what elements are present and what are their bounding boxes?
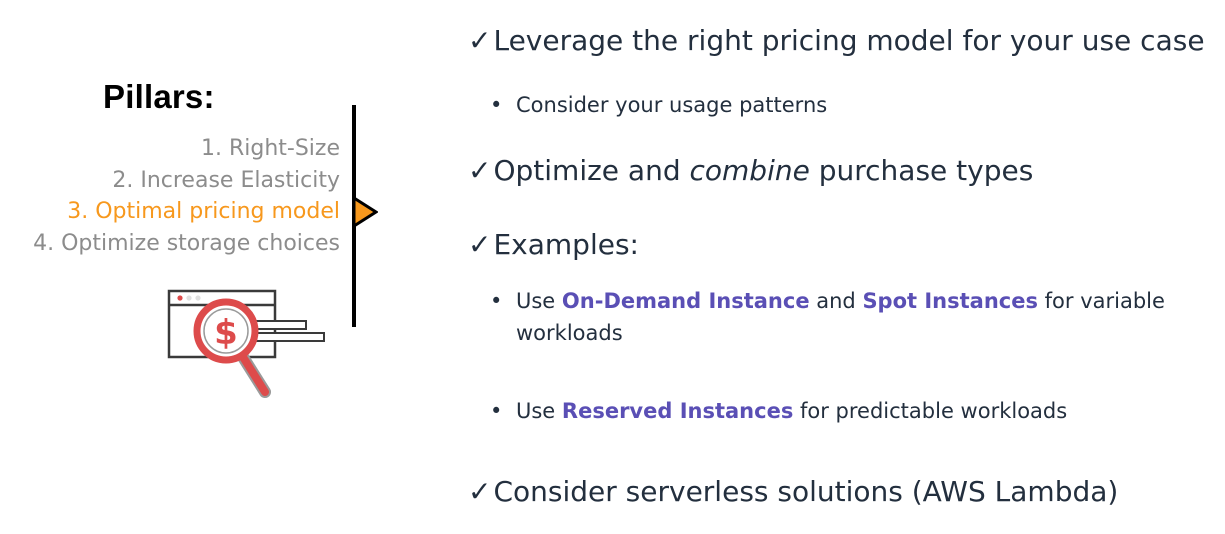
pillar-list: 1. Right-Size 2. Increase Elasticity 3. …	[33, 133, 340, 259]
checkmark-icon: ✓	[468, 228, 492, 261]
pillars-panel: Pillars: 1. Right-Size 2. Increase Elast…	[0, 0, 378, 534]
pillar-item-optimal-pricing-model: 3. Optimal pricing model	[67, 199, 340, 224]
active-pillar-pointer-icon	[352, 196, 378, 228]
content-panel: ✓Leverage the right pricing model for yo…	[468, 0, 1225, 534]
bullet-on-demand-spot: • Use On-Demand Instance and Spot Instan…	[490, 285, 1225, 349]
pillar-item-increase-elasticity: 2. Increase Elasticity	[112, 167, 340, 193]
pillar-item-optimize-storage: 4. Optimize storage choices	[33, 230, 340, 256]
term-reserved-instances: Reserved Instances	[561, 399, 794, 423]
checkpoint-combine-purchase: ✓Optimize and combine purchase types	[468, 154, 1034, 187]
checkmark-icon: ✓	[468, 24, 492, 57]
pillars-title: Pillars:	[103, 78, 215, 115]
bullet-usage-patterns: • Consider your usage patterns	[490, 89, 827, 121]
checkpoint-pricing-model: ✓Leverage the right pricing model for yo…	[468, 24, 1205, 57]
pillar-item-right-size: 1. Right-Size	[200, 136, 340, 161]
bullet-icon: •	[490, 289, 503, 313]
bullet-reserved-instances: • Use Reserved Instances for predictable…	[490, 395, 1067, 427]
checkpoint-serverless: ✓Consider serverless solutions (AWS Lamb…	[468, 475, 1119, 508]
checkpoint-examples: ✓Examples:	[468, 228, 639, 261]
checkmark-icon: ✓	[468, 475, 492, 508]
bullet-icon: •	[490, 93, 503, 117]
term-spot-instances: Spot Instances	[862, 289, 1038, 313]
bullet-icon: •	[490, 399, 503, 423]
term-on-demand-instance: On-Demand Instance	[561, 289, 810, 313]
magnifier-dollar-icon: $	[167, 289, 325, 398]
svg-text:$: $	[214, 313, 238, 353]
checkmark-icon: ✓	[468, 154, 492, 187]
